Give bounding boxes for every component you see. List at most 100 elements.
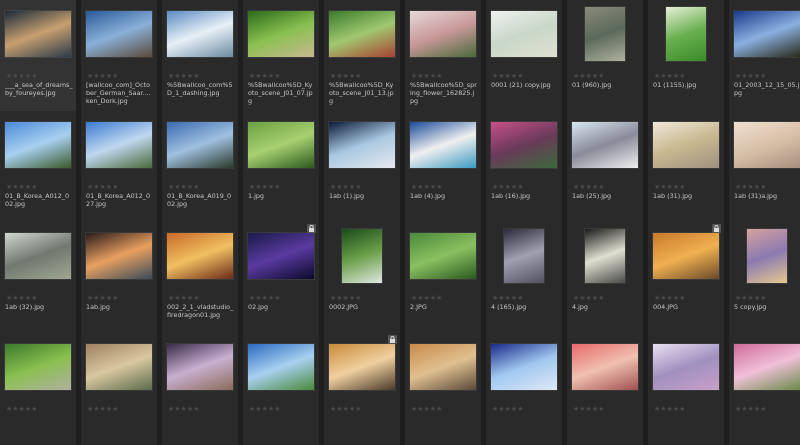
- thumbnail-item[interactable]: ★★★★★ 1ab (25).jpg: [567, 111, 643, 223]
- thumbnail-frame: [81, 0, 157, 68]
- rating-stars[interactable]: ★★★★★: [492, 183, 523, 191]
- thumbnail-item[interactable]: ★★★★★ 1.jpg: [243, 111, 319, 223]
- thumbnail-item[interactable]: ★★★★★ 1ab (31).jpg: [648, 111, 724, 223]
- thumbnail-item[interactable]: ★★★★★: [81, 333, 157, 445]
- rating-stars[interactable]: ★★★★★: [735, 294, 766, 302]
- file-name-label: 01_B_Korea_A019_002.jpg: [167, 192, 232, 208]
- rating-stars[interactable]: ★★★★★: [654, 72, 685, 80]
- lock-icon: [388, 335, 397, 344]
- rating-stars[interactable]: ★★★★★: [249, 183, 280, 191]
- rating-stars[interactable]: ★★★★★: [735, 405, 766, 413]
- thumbnail-frame: [648, 111, 724, 179]
- thumbnail-frame: [243, 0, 319, 68]
- thumbnail-image: [572, 122, 638, 168]
- rating-stars[interactable]: ★★★★★: [492, 405, 523, 413]
- rating-stars[interactable]: ★★★★★: [411, 183, 442, 191]
- rating-stars[interactable]: ★★★★★: [168, 294, 199, 302]
- thumbnail-image: [5, 122, 71, 168]
- rating-stars[interactable]: ★★★★★: [6, 72, 37, 80]
- thumbnail-image: [585, 229, 625, 283]
- thumbnail-item[interactable]: ★★★★★ 4.jpg: [567, 222, 643, 334]
- thumbnail-item[interactable]: ★★★★★: [243, 333, 319, 445]
- rating-stars[interactable]: ★★★★★: [735, 183, 766, 191]
- thumbnail-item[interactable]: ★★★★★ %5Bwallcoo%5D_Kyoto_scene_J01_07.jp…: [243, 0, 319, 112]
- thumbnail-image: [167, 344, 233, 390]
- rating-stars[interactable]: ★★★★★: [6, 405, 37, 413]
- thumbnail-item[interactable]: ★★★★★ ___a_sea_of_dreams_by_foureyes.jpg: [0, 0, 76, 112]
- thumbnail-item[interactable]: ★★★★★ 002_2_1_vladstudio_firedragon01.jpg: [162, 222, 238, 334]
- thumbnail-item[interactable]: ★★★★★ 5 copy.jpg: [729, 222, 800, 334]
- rating-stars[interactable]: ★★★★★: [168, 405, 199, 413]
- rating-stars[interactable]: ★★★★★: [411, 294, 442, 302]
- rating-stars[interactable]: ★★★★★: [330, 294, 361, 302]
- thumbnail-item[interactable]: ★★★★★: [405, 333, 481, 445]
- rating-stars[interactable]: ★★★★★: [87, 294, 118, 302]
- file-name-label: 1ab (25).jpg: [572, 192, 612, 200]
- thumbnail-item[interactable]: ★★★★★ 2.JPG: [405, 222, 481, 334]
- thumbnail-frame: [0, 0, 76, 68]
- thumbnail-item[interactable]: ★★★★★ %5Bwallcoo%5D_Kyoto_scene_J01_13.jp…: [324, 0, 400, 112]
- rating-stars[interactable]: ★★★★★: [168, 183, 199, 191]
- rating-stars[interactable]: ★★★★★: [168, 72, 199, 80]
- thumbnail-item[interactable]: ★★★★★ 1ab (16).jpg: [486, 111, 562, 223]
- thumbnail-frame: [648, 333, 724, 401]
- rating-stars[interactable]: ★★★★★: [330, 72, 361, 80]
- thumbnail-item[interactable]: ★★★★★ 01_B_Korea_A012_027.jpg: [81, 111, 157, 223]
- thumbnail-image: [248, 233, 314, 279]
- thumbnail-item[interactable]: ★★★★★: [162, 333, 238, 445]
- file-name-label: 1ab (1).jpg: [329, 192, 365, 200]
- file-name-label: 0001 (21) copy.jpg: [491, 81, 551, 89]
- thumbnail-image: [410, 344, 476, 390]
- rating-stars[interactable]: ★★★★★: [249, 72, 280, 80]
- thumbnail-item[interactable]: ★★★★★ 1ab (4).jpg: [405, 111, 481, 223]
- rating-stars[interactable]: ★★★★★: [249, 294, 280, 302]
- thumbnail-item[interactable]: ★★★★★ 1ab (31)a.jpg: [729, 111, 800, 223]
- rating-stars[interactable]: ★★★★★: [6, 294, 37, 302]
- rating-stars[interactable]: ★★★★★: [654, 405, 685, 413]
- thumbnail-item[interactable]: ★★★★★ 01 (960).jpg: [567, 0, 643, 112]
- thumbnail-item[interactable]: ★★★★★ %5Bwallcoo_com%5D_1_dashing.jpg: [162, 0, 238, 112]
- thumbnail-frame: [486, 0, 562, 68]
- thumbnail-item[interactable]: ★★★★★: [324, 333, 400, 445]
- thumbnail-item[interactable]: ★★★★★ 01_B_Korea_A012_002.jpg: [0, 111, 76, 223]
- rating-stars[interactable]: ★★★★★: [654, 183, 685, 191]
- rating-stars[interactable]: ★★★★★: [573, 183, 604, 191]
- thumbnail-item[interactable]: ★★★★★ 1ab (32).jpg: [0, 222, 76, 334]
- rating-stars[interactable]: ★★★★★: [87, 405, 118, 413]
- thumbnail-item[interactable]: ★★★★★ 01 (1155).jpg: [648, 0, 724, 112]
- thumbnail-image: [5, 11, 71, 57]
- rating-stars[interactable]: ★★★★★: [87, 183, 118, 191]
- thumbnail-frame: [0, 222, 76, 290]
- thumbnail-item[interactable]: ★★★★★: [648, 333, 724, 445]
- thumbnail-item[interactable]: ★★★★★: [0, 333, 76, 445]
- thumbnail-item[interactable]: ★★★★★: [729, 333, 800, 445]
- rating-stars[interactable]: ★★★★★: [735, 72, 766, 80]
- rating-stars[interactable]: ★★★★★: [330, 405, 361, 413]
- thumbnail-image: [167, 122, 233, 168]
- rating-stars[interactable]: ★★★★★: [87, 72, 118, 80]
- thumbnail-item[interactable]: ★★★★★ %5Bwallcoo%5D_spring_flower_162825.…: [405, 0, 481, 112]
- rating-stars[interactable]: ★★★★★: [573, 72, 604, 80]
- rating-stars[interactable]: ★★★★★: [249, 405, 280, 413]
- thumbnail-item[interactable]: ★★★★★ 0001 (21) copy.jpg: [486, 0, 562, 112]
- thumbnail-item[interactable]: ★★★★★ 1ab (1).jpg: [324, 111, 400, 223]
- thumbnail-item[interactable]: ★★★★★ 01_B_Korea_A019_002.jpg: [162, 111, 238, 223]
- rating-stars[interactable]: ★★★★★: [411, 405, 442, 413]
- thumbnail-item[interactable]: ★★★★★ 0002.JPG: [324, 222, 400, 334]
- thumbnail-item[interactable]: ★★★★★ 02.jpg: [243, 222, 319, 334]
- thumbnail-item[interactable]: ★★★★★ 1ab.jpg: [81, 222, 157, 334]
- thumbnail-item[interactable]: ★★★★★ 4 (165).jpg: [486, 222, 562, 334]
- thumbnail-item[interactable]: ★★★★★: [567, 333, 643, 445]
- thumbnail-item[interactable]: ★★★★★ [wallcoo_com]_October_German_Saar..…: [81, 0, 157, 112]
- thumbnail-item[interactable]: ★★★★★: [486, 333, 562, 445]
- rating-stars[interactable]: ★★★★★: [6, 183, 37, 191]
- rating-stars[interactable]: ★★★★★: [573, 405, 604, 413]
- rating-stars[interactable]: ★★★★★: [411, 72, 442, 80]
- rating-stars[interactable]: ★★★★★: [573, 294, 604, 302]
- rating-stars[interactable]: ★★★★★: [330, 183, 361, 191]
- thumbnail-item[interactable]: ★★★★★ 01_2003_12_15_05.jpg: [729, 0, 800, 112]
- rating-stars[interactable]: ★★★★★: [654, 294, 685, 302]
- rating-stars[interactable]: ★★★★★: [492, 72, 523, 80]
- thumbnail-item[interactable]: ★★★★★ 004.JPG: [648, 222, 724, 334]
- rating-stars[interactable]: ★★★★★: [492, 294, 523, 302]
